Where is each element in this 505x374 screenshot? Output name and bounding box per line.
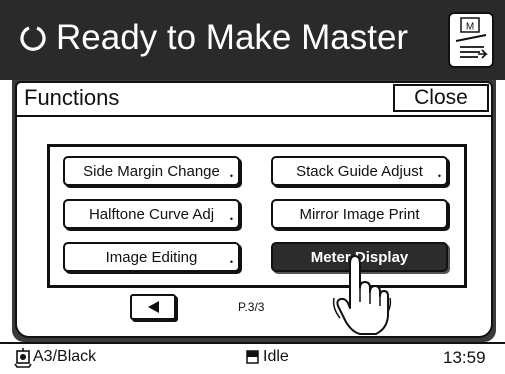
master-mode-icon: M — [455, 17, 488, 59]
close-button[interactable]: Close — [393, 84, 489, 112]
previous-page-button[interactable] — [130, 294, 176, 320]
button-label: Side Margin Change — [83, 162, 220, 180]
submenu-dot-icon: • — [229, 257, 233, 267]
side-margin-change-button[interactable]: Side Margin Change • — [63, 156, 240, 186]
button-label: Stack Guide Adjust — [296, 162, 423, 180]
document-icon — [246, 350, 259, 364]
clock: 13:59 — [443, 348, 486, 367]
circular-arrow-icon — [20, 26, 46, 51]
button-label: Mirror Image Print — [299, 205, 420, 223]
page-title: Ready to Make Master — [56, 18, 409, 57]
halftone-curve-adj-button[interactable]: Halftone Curve Adj • — [63, 199, 240, 229]
svg-text:M: M — [466, 22, 474, 33]
hand-pointer-icon — [332, 255, 392, 335]
image-editing-button[interactable]: Image Editing • — [63, 242, 240, 272]
title-group: Ready to Make Master — [20, 10, 408, 66]
mode-button[interactable]: M — [448, 12, 494, 68]
submenu-dot-icon: • — [437, 171, 441, 181]
submenu-dot-icon: • — [229, 171, 233, 181]
paper-status: A3/Black — [33, 348, 97, 365]
submenu-dot-icon: • — [229, 214, 233, 224]
drum-icon — [14, 348, 32, 368]
stack-guide-adjust-button[interactable]: Stack Guide Adjust • — [271, 156, 448, 186]
panel-title: Functions — [24, 85, 120, 110]
mirror-image-print-button[interactable]: Mirror Image Print — [271, 199, 448, 229]
machine-state: Idle — [263, 348, 289, 365]
button-label: Image Editing — [105, 248, 198, 266]
page-indicator: P.3/3 — [238, 300, 265, 314]
left-arrow-icon — [148, 301, 159, 313]
button-label: Halftone Curve Adj — [88, 205, 215, 223]
